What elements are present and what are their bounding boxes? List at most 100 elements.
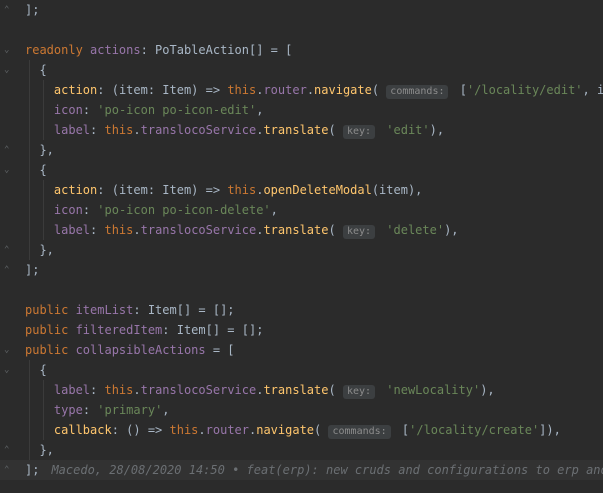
code-token: itemList: [75, 303, 134, 317]
code-line[interactable]: label: this.translocoService.translate( …: [0, 120, 603, 140]
code-token: ,: [256, 103, 264, 117]
code-token: public: [25, 343, 76, 357]
code-token: ];: [25, 463, 40, 477]
parameter-hint: commands:: [386, 85, 449, 99]
fold-marker-icon[interactable]: ⌃: [4, 146, 12, 155]
code-editor[interactable]: ⌃]; ⌄ readonly actions: PoTableAction[] = …: [0, 0, 603, 493]
code-token: translocoService: [140, 223, 257, 237]
code-line-content: icon: 'po-icon po-icon-delete',: [25, 200, 278, 220]
fold-marker-icon[interactable]: ⌃: [4, 266, 12, 275]
code-token: .: [133, 223, 141, 237]
fold-marker-icon[interactable]: ⌃: [4, 446, 12, 455]
fold-marker-icon[interactable]: ⌄: [4, 366, 12, 375]
parameter-hint: commands:: [328, 425, 391, 439]
code-token: ]),: [539, 423, 561, 437]
code-line[interactable]: action: (item: Item) => this.openDeleteM…: [0, 180, 603, 200]
fold-marker-icon[interactable]: ⌃: [4, 246, 12, 255]
code-token: .: [198, 423, 206, 437]
code-token: this: [104, 123, 134, 137]
parameter-hint: key:: [342, 225, 376, 239]
fold-marker-icon[interactable]: ⌃: [4, 466, 12, 475]
fold-marker-icon[interactable]: ⌃: [4, 6, 12, 15]
code-line[interactable]: ⌄ public collapsibleActions = [: [0, 340, 603, 360]
code-token: '/locality/edit': [466, 83, 583, 97]
code-line[interactable]: ⌄ {: [0, 360, 603, 380]
code-token: (: [328, 383, 343, 397]
code-token: label: [53, 223, 91, 237]
fold-marker-icon[interactable]: ⌄: [4, 66, 12, 75]
code-token: [: [394, 423, 410, 437]
code-line-content: label: this.translocoService.translate( …: [25, 220, 459, 240]
code-line[interactable]: label: this.translocoService.translate( …: [0, 380, 603, 400]
code-line[interactable]: ⌃ },: [0, 240, 603, 260]
code-line-content: },: [25, 440, 54, 460]
code-token: : Item[] = [];: [133, 303, 235, 317]
code-line[interactable]: icon: 'po-icon po-icon-delete',: [0, 200, 603, 220]
code-token: :: [82, 403, 98, 417]
code-line[interactable]: [0, 20, 603, 40]
code-token: },: [25, 443, 54, 457]
code-line[interactable]: label: this.translocoService.translate( …: [0, 220, 603, 240]
code-token: this: [104, 383, 134, 397]
code-line-content: public filteredItem: Item[] = [];: [25, 320, 263, 340]
code-token: : Item[] = [];: [162, 323, 264, 337]
code-token: .: [133, 383, 141, 397]
code-token: : (item: Item) =>: [97, 83, 228, 97]
code-token: 'delete': [386, 223, 445, 237]
code-token: router: [205, 423, 249, 437]
code-token: 'newLocality': [386, 383, 481, 397]
code-token: icon: [53, 103, 83, 117]
code-token: [: [452, 83, 467, 97]
code-token: this: [169, 423, 199, 437]
code-token: 'edit': [386, 123, 430, 137]
fold-marker-icon[interactable]: ⌄: [4, 166, 12, 175]
code-token: ,: [162, 403, 170, 417]
code-line[interactable]: callback: () => this.router.navigate( co…: [0, 420, 603, 440]
code-line[interactable]: ⌄ {: [0, 60, 603, 80]
code-line-content: ]; Macedo, 28/08/2020 14:50 • feat(erp): …: [25, 460, 603, 480]
code-line[interactable]: ⌄ {: [0, 160, 603, 180]
code-token: actions: [90, 43, 141, 57]
code-token: public: [25, 323, 76, 337]
code-line-content: ];: [25, 260, 39, 280]
code-line[interactable]: ⌃];: [0, 0, 603, 20]
code-token: openDeleteModal: [263, 183, 372, 197]
git-blame-annotation: Macedo, 28/08/2020 14:50 • feat(erp): ne…: [51, 463, 603, 477]
code-token: 'po-icon po-icon-edit': [97, 103, 257, 117]
code-line-content: callback: () => this.router.navigate( co…: [25, 420, 561, 440]
code-token: collapsibleActions: [75, 343, 206, 357]
parameter-hint: key:: [342, 385, 376, 399]
code-line[interactable]: public itemList: Item[] = [];: [0, 300, 603, 320]
fold-marker-icon[interactable]: ⌄: [4, 346, 12, 355]
code-token: label: [53, 383, 91, 397]
fold-marker-icon[interactable]: ⌄: [4, 46, 12, 55]
code-line[interactable]: ⌃ },: [0, 440, 603, 460]
code-token: },: [25, 243, 54, 257]
code-token: public: [25, 303, 76, 317]
code-line[interactable]: ⌃ },: [0, 140, 603, 160]
code-token: :: [90, 223, 105, 237]
code-token: translate: [263, 223, 329, 237]
code-token: router: [263, 83, 307, 97]
code-line-content: action: (item: Item) => this.openDeleteM…: [25, 180, 423, 200]
code-line-content: },: [25, 140, 53, 160]
code-token: navigate: [256, 423, 315, 437]
code-token: this: [104, 223, 134, 237]
code-line[interactable]: ⌄ readonly actions: PoTableAction[] = [: [0, 40, 603, 60]
code-line-content: label: this.translocoService.translate( …: [25, 380, 495, 400]
code-line[interactable]: [0, 280, 603, 300]
code-line[interactable]: type: 'primary',: [0, 400, 603, 420]
code-line-content: label: this.translocoService.translate( …: [25, 120, 444, 140]
code-line[interactable]: action: (item: Item) => this.router.navi…: [0, 80, 603, 100]
code-line[interactable]: public filteredItem: Item[] = [];: [0, 320, 603, 340]
code-line[interactable]: icon: 'po-icon po-icon-edit',: [0, 100, 603, 120]
code-line[interactable]: ⌃];: [0, 260, 603, 280]
code-line[interactable]: ⌃]; Macedo, 28/08/2020 14:50 • feat(erp):…: [0, 460, 603, 480]
code-line-content: public itemList: Item[] = [];: [25, 300, 235, 320]
